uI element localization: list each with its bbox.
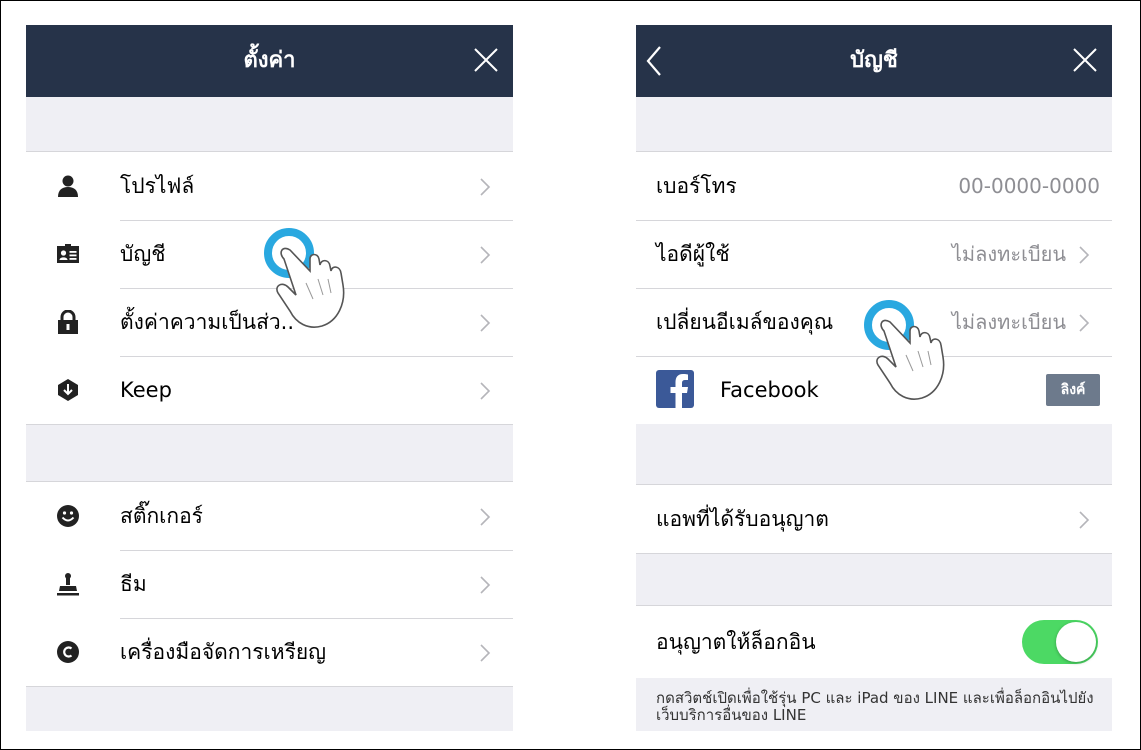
chevron-right-icon xyxy=(480,178,491,196)
settings-item-label: เครื่องมือจัดการเหรียญ xyxy=(120,640,327,664)
allow-login-footnote: กดสวิตช์เปิดเพื่อใช้รุ่น PC และ iPad ของ… xyxy=(656,689,1094,724)
row-label: เปลี่ยนอีเมล์ของคุณ xyxy=(656,310,834,334)
account-navbar: บัญชี xyxy=(636,25,1112,97)
allow-login-toggle[interactable] xyxy=(1022,620,1098,664)
smiley-icon xyxy=(57,505,79,527)
settings-navbar: ตั้งค่า xyxy=(26,25,513,97)
chevron-right-icon xyxy=(1079,246,1090,264)
settings-item-label: สติ๊กเกอร์ xyxy=(120,504,203,528)
user-id-row[interactable]: ไอดีผู้ใช้ ไม่ลงทะเบียน xyxy=(636,220,1112,288)
settings-item-coins[interactable]: เครื่องมือจัดการเหรียญ xyxy=(26,618,513,686)
phone-number-row[interactable]: เบอร์โทร 00-0000-0000 xyxy=(636,152,1112,220)
row-label: อนุญาตให้ล็อกอิน xyxy=(656,630,816,654)
lock-icon xyxy=(58,310,78,334)
user-id-value: ไม่ลงทะเบียน xyxy=(951,242,1066,266)
allow-login-group: อนุญาตให้ล็อกอิน xyxy=(636,605,1112,678)
close-icon[interactable] xyxy=(1072,47,1098,73)
row-label: แอพที่ได้รับอนุญาต xyxy=(656,507,829,531)
chevron-right-icon xyxy=(480,508,491,526)
row-label: ไอดีผู้ใช้ xyxy=(656,242,730,266)
chevron-right-icon xyxy=(480,576,491,594)
tap-hand-icon xyxy=(264,228,345,328)
tap-hand-icon xyxy=(864,300,945,400)
authorized-apps-row[interactable]: แอพที่ได้รับอนุญาต xyxy=(636,485,1112,553)
theme-stamp-icon xyxy=(57,573,79,596)
settings-item-profile[interactable]: โปรไฟล์ xyxy=(26,152,513,220)
facebook-link-button[interactable]: ลิงค์ xyxy=(1046,374,1100,406)
settings-screen: ตั้งค่า โปรไฟล์ บัญชี ตั้งค่าความเป็นส่ว… xyxy=(26,25,513,731)
chevron-right-icon xyxy=(1079,314,1090,332)
row-label: Facebook xyxy=(720,378,819,402)
settings-item-label: โปรไฟล์ xyxy=(120,174,195,198)
chevron-right-icon xyxy=(1079,511,1090,529)
page-title: บัญชี xyxy=(850,48,898,73)
toggle-knob xyxy=(1056,622,1096,662)
settings-item-theme[interactable]: ธีม xyxy=(26,550,513,618)
chevron-right-icon xyxy=(480,246,491,264)
page-title: ตั้งค่า xyxy=(243,48,296,73)
row-label: เบอร์โทร xyxy=(656,174,737,198)
account-card-icon xyxy=(57,244,79,263)
settings-item-stickers[interactable]: สติ๊กเกอร์ xyxy=(26,482,513,550)
coin-icon xyxy=(57,641,79,663)
settings-item-label: บัญชี xyxy=(120,242,166,266)
keep-icon xyxy=(58,379,78,401)
settings-item-label: Keep xyxy=(120,378,172,402)
profile-icon xyxy=(58,175,78,197)
account-screen: บัญชี เบอร์โทร 00-0000-0000 ไอดีผู้ใช้ ไ… xyxy=(636,25,1112,731)
chevron-right-icon xyxy=(480,314,491,332)
phone-number-value: 00-0000-0000 xyxy=(958,174,1100,198)
facebook-logo-icon xyxy=(656,370,694,408)
chevron-right-icon xyxy=(480,644,491,662)
settings-group-extras: สติ๊กเกอร์ ธีม เครื่องมือจัดการเหรียญ xyxy=(26,481,513,687)
settings-item-keep[interactable]: Keep xyxy=(26,356,513,424)
authorized-apps-group: แอพที่ได้รับอนุญาต xyxy=(636,484,1112,554)
close-icon[interactable] xyxy=(473,47,499,73)
chevron-right-icon xyxy=(480,382,491,400)
allow-login-row: อนุญาตให้ล็อกอิน xyxy=(636,606,1112,678)
settings-item-label: ธีม xyxy=(120,572,147,596)
